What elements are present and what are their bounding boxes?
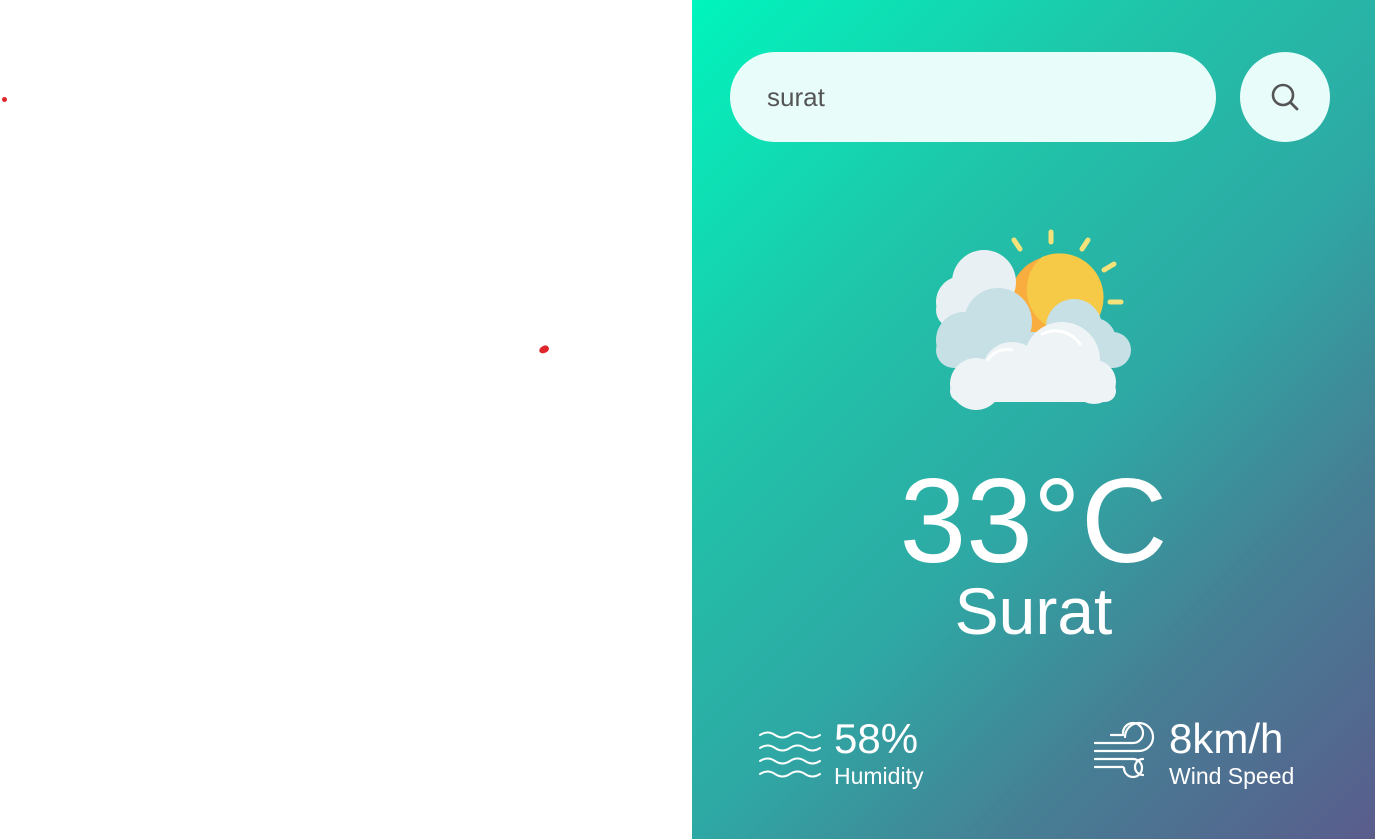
search-button[interactable] — [1240, 52, 1330, 142]
search-input[interactable] — [730, 52, 1216, 142]
search-bar — [730, 52, 1330, 142]
partly-cloudy-icon — [936, 229, 1131, 410]
search-icon — [1271, 83, 1299, 111]
wind-icon — [1093, 721, 1155, 779]
humidity-label: Humidity — [834, 763, 924, 789]
page: 33°C Surat 58% Humidity — [0, 0, 1375, 839]
temperature: 33°C — [899, 454, 1168, 588]
wind-speed-value: 8km/h — [1169, 715, 1284, 762]
humidity-value: 58% — [834, 715, 919, 762]
humidity-detail: 58% Humidity — [758, 716, 923, 790]
wind-detail: 8km/h Wind Speed — [1093, 716, 1294, 790]
humidity-text: 58% Humidity — [834, 716, 923, 790]
wind-speed-label: Wind Speed — [1169, 763, 1295, 789]
wind-text: 8km/h Wind Speed — [1169, 716, 1294, 790]
red-dot-mark — [2, 97, 7, 102]
city-name: Surat — [954, 574, 1113, 648]
humidity-waves-icon — [759, 731, 821, 778]
red-dot-mark — [537, 344, 551, 355]
weather-card: 33°C Surat 58% Humidity — [692, 0, 1375, 839]
